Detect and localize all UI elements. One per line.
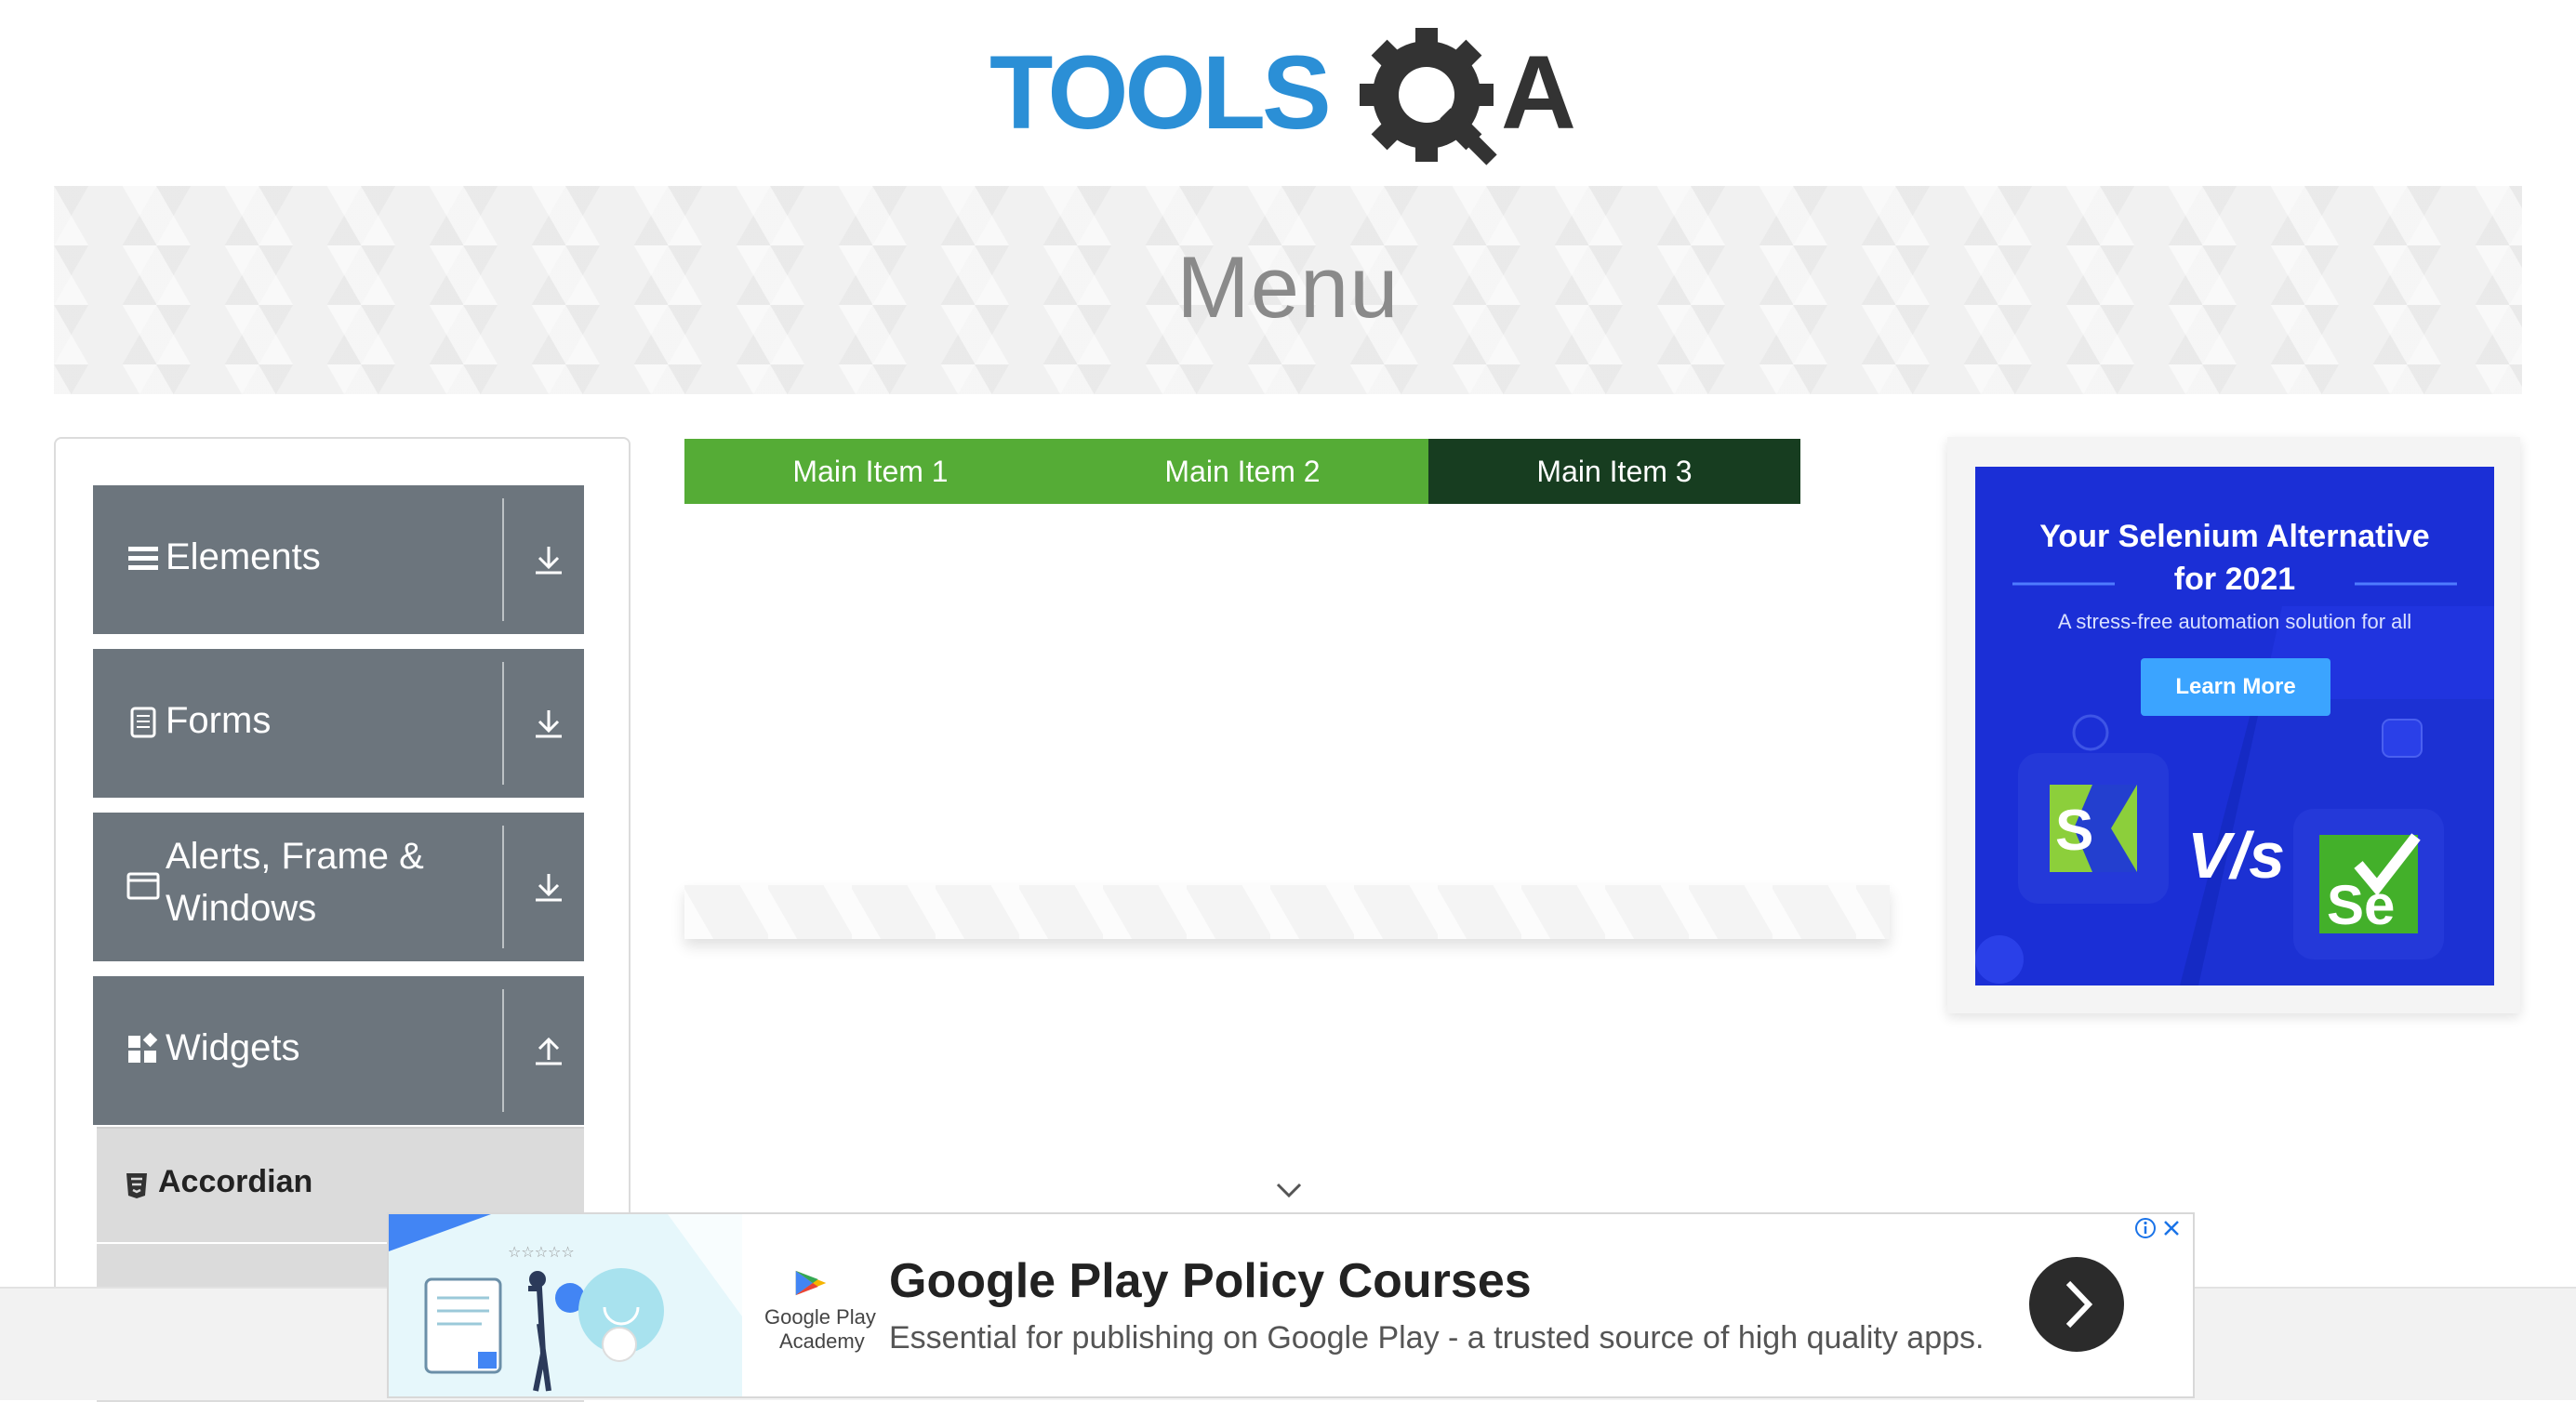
svg-text:Se: Se xyxy=(2327,874,2395,936)
sidebar-item-label: Accordian xyxy=(158,1164,313,1199)
nav-menu: Main Item 1 Main Item 2 Main Item 3 xyxy=(684,439,1800,504)
sidebar-group-alerts[interactable]: Alerts, Frame & Windows xyxy=(93,813,584,961)
toolsqa-logo[interactable]: TOOLS A xyxy=(989,28,1594,167)
menu-item-1[interactable]: Main Item 1 xyxy=(684,439,1056,504)
learn-more-button[interactable]: Learn More xyxy=(2141,658,2330,716)
menu-item-2[interactable]: Main Item 2 xyxy=(1056,439,1428,504)
sidebar-group-label: Elements xyxy=(166,536,321,577)
google-play-icon xyxy=(795,1270,827,1296)
ad-title-line1: Your Selenium Alternative xyxy=(2039,519,2430,554)
window-icon xyxy=(126,872,160,900)
sidebar-group-label: Forms xyxy=(166,700,272,741)
divider xyxy=(502,989,504,1112)
bottom-ad-open-button[interactable] xyxy=(2029,1257,2124,1352)
katalon-logo-icon: S xyxy=(2018,753,2169,904)
chevron-down-icon[interactable] xyxy=(1274,1179,1304,1201)
info-icon[interactable] xyxy=(2133,1216,2158,1240)
ad-illustration-graphic: ☆☆☆☆☆ xyxy=(389,1214,742,1392)
svg-text:☆☆☆☆☆: ☆☆☆☆☆ xyxy=(508,1243,575,1261)
ad-vs-text: V/s xyxy=(2187,819,2286,892)
page-title: Menu xyxy=(1176,238,1400,336)
bottom-ad-subtitle: Essential for publishing on Google Play … xyxy=(889,1320,1985,1356)
menu-item-3[interactable]: Main Item 3 xyxy=(1428,439,1800,504)
divider xyxy=(502,662,504,785)
bottom-advertisement[interactable]: ☆☆☆☆☆ Google Play Academy Google Play Po… xyxy=(387,1212,2195,1398)
html5-icon xyxy=(126,1173,147,1198)
divider xyxy=(502,826,504,948)
google-play-brand: Google Play xyxy=(764,1305,876,1329)
download-arrow-icon[interactable] xyxy=(530,868,567,906)
svg-text:TOOLS: TOOLS xyxy=(989,34,1328,151)
close-icon[interactable] xyxy=(2159,1216,2184,1240)
sidebar-group-widgets[interactable]: Widgets xyxy=(93,976,584,1125)
side-advertisement[interactable]: Your Selenium Alternative for 2021 A str… xyxy=(1975,467,2494,985)
download-arrow-icon[interactable] xyxy=(530,541,567,578)
google-play-brand-line2: Academy xyxy=(779,1329,865,1353)
selenium-logo-icon: Se xyxy=(2293,809,2444,959)
svg-text:A: A xyxy=(1501,34,1576,151)
bottom-ad-title[interactable]: Google Play Policy Courses xyxy=(889,1253,1532,1309)
chevron-right-icon xyxy=(2065,1280,2093,1329)
ad-illustration: ☆☆☆☆☆ xyxy=(389,1214,742,1396)
sidebar-group-label: Widgets xyxy=(166,1027,300,1068)
page-banner: Menu xyxy=(54,186,2522,394)
sidebar-group-label: Alerts, Frame & xyxy=(166,836,424,877)
document-icon xyxy=(130,707,156,738)
widgets-icon xyxy=(128,1032,158,1063)
upload-arrow-icon[interactable] xyxy=(530,1032,567,1069)
ad-title-line2: for 2021 xyxy=(2173,562,2296,597)
content-strip xyxy=(684,885,1890,939)
ad-title: Your Selenium Alternative for 2021 xyxy=(1975,515,2494,601)
sidebar-group-elements[interactable]: Elements xyxy=(93,485,584,634)
sidebar-group-forms[interactable]: Forms xyxy=(93,649,584,798)
divider xyxy=(502,498,504,621)
download-arrow-icon[interactable] xyxy=(530,705,567,742)
sidebar-group-label-line2: Windows xyxy=(166,888,317,929)
ad-subtitle: A stress-free automation solution for al… xyxy=(2057,610,2412,633)
hamburger-icon xyxy=(128,547,158,570)
svg-text:S: S xyxy=(2055,799,2093,863)
